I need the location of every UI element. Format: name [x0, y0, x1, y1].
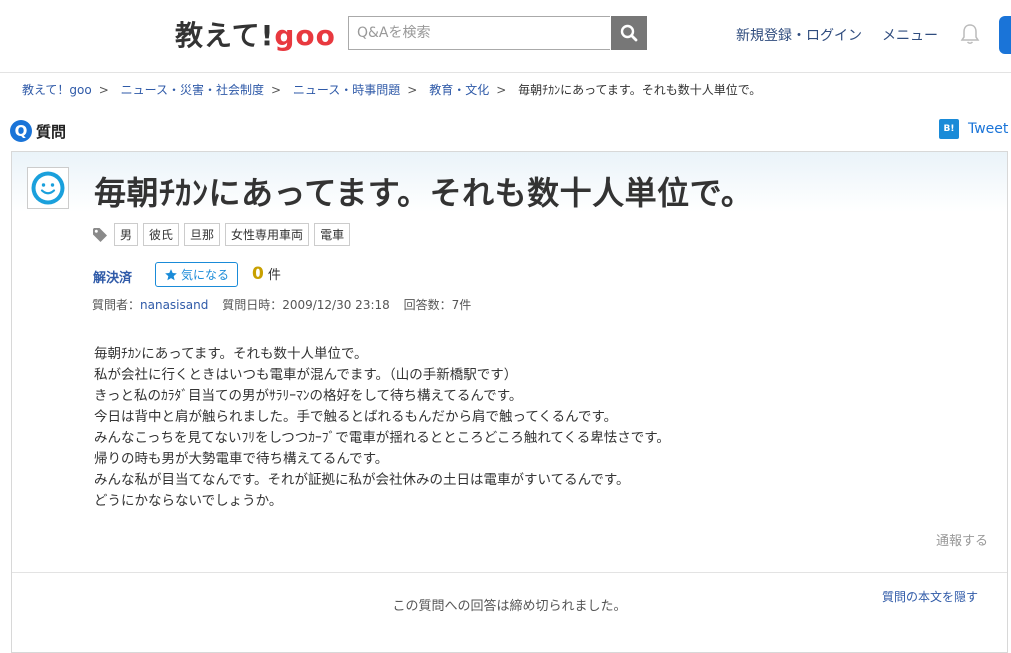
- answers-closed-message: この質問への回答は締め切られました。: [392, 599, 627, 614]
- smiley-avatar-icon: [31, 171, 65, 205]
- question-section-label: Q 質問: [10, 120, 66, 142]
- avatar: [27, 167, 69, 209]
- body-line: 今日は背中と肩が触られました。手で触るとばれるもんだから肩で触ってくるんです。: [94, 409, 618, 425]
- asker-link[interactable]: nanasisand: [140, 298, 208, 312]
- body-line: 帰りの時も男が大勢電車で待ち構えてるんです。: [94, 451, 389, 467]
- body-line: きっと私のｶﾗﾀﾞ目当ての男がｻﾗﾘｰﾏﾝの格好をして待ち構えてるんです。: [94, 388, 523, 404]
- status-badge: 解決済: [93, 271, 133, 286]
- favorite-label: 気になる: [180, 268, 229, 282]
- search-icon: [620, 24, 638, 42]
- tag-item[interactable]: 旦那: [184, 223, 221, 246]
- site-logo[interactable]: 教えて!goo: [175, 14, 336, 54]
- site-header: 教えて!goo 新規登録・ログイン メニュー: [0, 0, 1011, 73]
- divider: [12, 572, 1007, 573]
- report-link[interactable]: 通報する: [936, 530, 988, 549]
- menu-link[interactable]: メニュー: [882, 25, 938, 45]
- question-date: 2009/12/30 23:18: [282, 298, 390, 312]
- breadcrumb-current: 毎朝ﾁｶﾝにあってます。それも数十人単位で。: [518, 83, 762, 97]
- hatena-bookmark-icon[interactable]: B!: [939, 119, 959, 139]
- favorite-count-number: 0: [252, 264, 264, 284]
- body-line: みんなこっちを見てないﾌﾘをしつつｶｰﾌﾞで電車が揺れるとところどころ触れてくる…: [94, 430, 670, 446]
- question-card: 毎朝ﾁｶﾝにあってます。それも数十人単位で。 男 彼氏 旦那 女性専用車両 電車…: [11, 151, 1008, 653]
- question-section-title: 質問: [36, 122, 67, 141]
- search-input[interactable]: [348, 16, 610, 50]
- body-line: 毎朝ﾁｶﾝにあってます。それも数十人単位で。: [94, 346, 368, 362]
- tag-item[interactable]: 電車: [314, 223, 351, 246]
- breadcrumb: 教えて！goo > ニュース・災害・社会制度 > ニュース・時事問題 > 教育・文化 >…: [22, 81, 761, 98]
- breadcrumb-item[interactable]: 教育・文化: [429, 83, 489, 97]
- breadcrumb-separator: >: [496, 83, 507, 97]
- tag-icon: [93, 227, 107, 242]
- star-icon: [165, 268, 177, 280]
- breadcrumb-item[interactable]: 教えて！goo: [22, 83, 92, 97]
- tag-item[interactable]: 彼氏: [143, 223, 180, 246]
- tweet-button[interactable]: B! Tweet: [939, 119, 1008, 139]
- question-body: 毎朝ﾁｶﾝにあってます。それも数十人単位で。 私が会社に行くときはいつも電車が混…: [94, 344, 670, 512]
- question-title: 毎朝ﾁｶﾝにあってます。それも数十人単位で。: [94, 174, 754, 212]
- login-link[interactable]: 新規登録・ログイン: [736, 25, 862, 45]
- body-line: どうにかならないでしょうか。: [94, 493, 283, 509]
- body-line: 私が会社に行くときはいつも電車が混んでます。（山の手新橋駅です）: [94, 367, 518, 383]
- breadcrumb-separator: >: [271, 83, 282, 97]
- breadcrumb-separator: >: [98, 83, 109, 97]
- hide-body-link[interactable]: 質問の本文を隠す: [882, 588, 978, 605]
- logo-brand: goo: [274, 19, 336, 52]
- tag-list: 男 彼氏 旦那 女性専用車両 電車: [92, 223, 355, 246]
- body-line: みんな私が目当てなんです。それが証拠に私が会社休みの土日は電車がすいてるんです。: [94, 472, 630, 488]
- breadcrumb-item[interactable]: ニュース・時事問題: [293, 83, 400, 97]
- search-button[interactable]: [611, 16, 647, 50]
- answers-label: 回答数：: [403, 298, 452, 312]
- breadcrumb-item[interactable]: ニュース・災害・社会制度: [121, 83, 264, 97]
- favorite-count: 0件: [252, 264, 281, 284]
- favorite-count-unit: 件: [267, 268, 281, 283]
- tag-item[interactable]: 男: [114, 223, 139, 246]
- tag-item[interactable]: 女性専用車両: [225, 223, 310, 246]
- notification-bell-icon[interactable]: [960, 23, 980, 49]
- search-bar: [348, 16, 647, 50]
- question-badge-icon: Q: [10, 120, 32, 142]
- tweet-label: Tweet: [968, 121, 1009, 137]
- breadcrumb-separator: >: [407, 83, 418, 97]
- date-label: 質問日時：: [222, 298, 283, 312]
- logo-text: 教えて!: [175, 19, 275, 52]
- question-meta: 質問者：nanasisand 質問日時：2009/12/30 23:18 回答数…: [92, 296, 471, 313]
- favorite-button[interactable]: 気になる: [155, 262, 238, 287]
- app-button[interactable]: [999, 16, 1011, 54]
- asker-label: 質問者：: [92, 298, 141, 312]
- answer-count: 7件: [451, 298, 472, 312]
